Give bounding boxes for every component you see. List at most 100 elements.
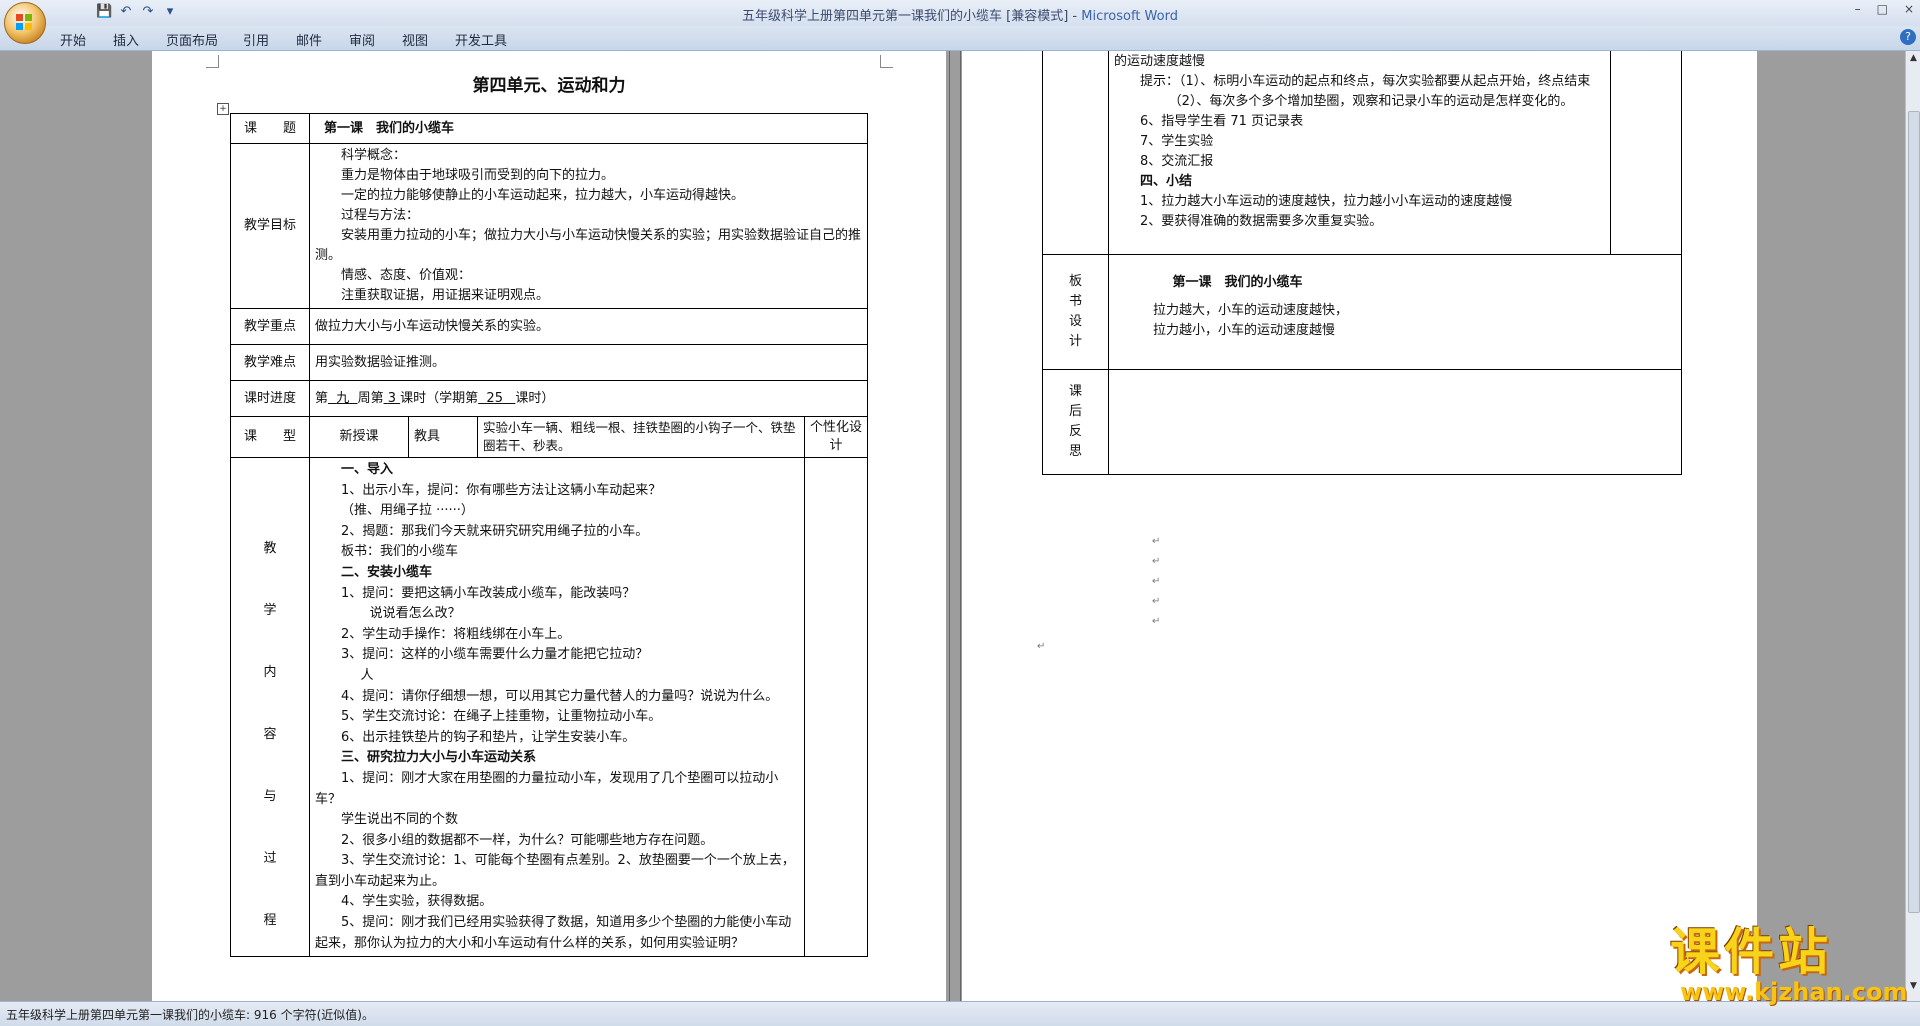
- progress-week: 九: [336, 390, 350, 406]
- content-line: 4、提问：请你仔细想一想，可以用其它力量代替人的力量吗？说说为什么。: [341, 688, 779, 704]
- personal-design-cell: [804, 456, 868, 958]
- page-heading: 第四单元、运动和力: [472, 76, 626, 96]
- board-label: 板 书 设 计: [1042, 254, 1109, 370]
- goal-line: 过程与方法：: [341, 208, 420, 223]
- reflection-label-char: 反: [1068, 424, 1082, 439]
- content-line: 学生说出不同的个数: [341, 812, 459, 828]
- goals-label: 教学目标: [230, 143, 310, 309]
- tab-view[interactable]: 视图: [402, 30, 428, 49]
- lesson-plan-table: 课 题 第一课 我们的小缆车 教学目标 科学概念： 重力是物体由于地球吸引而受到…: [230, 113, 868, 958]
- reflection-label-char: 后: [1068, 404, 1082, 419]
- content-label-char: 过: [263, 851, 277, 866]
- reflection-cell[interactable]: [1108, 369, 1682, 475]
- type-value: 新授课: [309, 416, 409, 458]
- board-line: 拉力越小，小车的运动速度越慢: [1153, 323, 1336, 338]
- page-gap: [949, 51, 961, 1001]
- content-label-char: 程: [263, 913, 277, 928]
- paragraph-mark: ↵: [1152, 536, 1161, 547]
- content-line: 2、很多小组的数据都不一样，为什么？可能哪些地方存在问题。: [341, 832, 714, 848]
- progress-text: 周第: [357, 390, 384, 406]
- goal-line: 一定的拉力能够使静止的小车运动起来，拉力越大，小车运动得越快。: [341, 188, 745, 203]
- topic-value: 第一课 我们的小缆车: [309, 113, 868, 144]
- close-button[interactable]: ×: [1904, 2, 1914, 16]
- board-label-char: 设: [1068, 314, 1082, 329]
- title-bar: 💾 ↶ ↷ ▾ 五年级科学上册第四单元第一课我们的小缆车 [兼容模式] - Mi…: [0, 0, 1920, 26]
- board-line: 拉力越大，小车的运动速度越快，: [1153, 303, 1349, 318]
- progress-text: 第: [315, 390, 329, 406]
- tab-home[interactable]: 开始: [60, 30, 86, 49]
- content-line: 4、学生实验，获得数据。: [341, 894, 493, 910]
- lesson-plan-table-continued: 的运动速度越慢 提示：（1）、标明小车运动的起点和终点，每次实验都要从起点开始，…: [1042, 51, 1682, 475]
- content-line: 6、出示挂铁垫片的钩子和垫片，让学生安装小车。: [341, 729, 636, 745]
- progress-value: 第 九 周第 3 课时（学期第 25 课时）: [309, 380, 868, 417]
- tab-page-layout[interactable]: 页面布局: [166, 30, 218, 49]
- content-line: 5、学生交流讨论：在绳子上挂重物，让重物拉动小车。: [341, 709, 662, 725]
- tab-review[interactable]: 审阅: [349, 30, 375, 49]
- content-line: 3、学生交流讨论：1、可能每个垫圈有点差别。2、放垫圈要一个一个放上去，直到小车…: [315, 853, 795, 889]
- content-label-char: 与: [263, 789, 277, 804]
- tab-references[interactable]: 引用: [243, 30, 269, 49]
- board-label-char: 书: [1068, 294, 1082, 309]
- content-line: 1、出示小车，提问：你有哪些方法让这辆小车动起来？: [341, 482, 662, 498]
- reflection-label: 课 后 反 思: [1042, 369, 1109, 475]
- office-button[interactable]: [4, 2, 46, 44]
- content-line: 说说看怎么改？: [369, 606, 461, 622]
- tab-mailings[interactable]: 邮件: [296, 30, 322, 49]
- content-line: 提示：（1）、标明小车运动的起点和终点，每次实验都要从起点开始，终点结束: [1140, 74, 1591, 89]
- content-line: 一、导入: [341, 462, 394, 477]
- content-line: 1、提问：要把这辆小车改装成小缆车，能改装吗？: [341, 585, 636, 601]
- board-label-char: 计: [1068, 334, 1082, 349]
- content-line: （2）、每次多个多个增加垫圈，观察和记录小车的运动是怎样变化的。: [1168, 94, 1574, 109]
- goal-line: 科学概念：: [341, 148, 407, 163]
- content-line: 板书：我们的小缆车: [341, 544, 459, 560]
- minimize-button[interactable]: –: [1855, 2, 1861, 16]
- focus-value: 做拉力大小与小车运动快慢关系的实验。: [309, 308, 868, 345]
- type-label: 课 型: [230, 416, 310, 458]
- content-label: 教 学 内 容 与 过 程: [230, 456, 310, 958]
- vertical-scrollbar[interactable]: ▲ ▼: [1905, 51, 1920, 1001]
- content-line: 2、要获得准确的数据需要多次重复实验。: [1140, 214, 1383, 229]
- content-line: 1、拉力越大小车运动的速度越快，拉力越小小车运动的速度越慢: [1140, 194, 1513, 209]
- status-bar: 五年级科学上册第四单元第一课我们的小缆车: 916 个字符(近似值)。: [0, 1001, 1920, 1026]
- goal-line: 重力是物体由于地球吸引而受到的向下的拉力。: [341, 168, 615, 183]
- page-2[interactable]: 的运动速度越慢 提示：（1）、标明小车运动的起点和终点，每次实验都要从起点开始，…: [962, 51, 1757, 1001]
- paragraph-mark: ↵: [1152, 616, 1161, 627]
- help-icon[interactable]: ?: [1900, 29, 1916, 45]
- board-label-char: 板: [1068, 274, 1082, 289]
- difficulty-label: 教学难点: [230, 344, 310, 381]
- ribbon-tabs: 开始 插入 页面布局 引用 邮件 审阅 视图 开发工具 ?: [0, 26, 1920, 51]
- content-cell: 一、导入 1、出示小车，提问：你有哪些方法让这辆小车动起来？ （推、用绳子拉 ·…: [309, 456, 805, 958]
- scrollbar-thumb[interactable]: [1908, 111, 1920, 913]
- progress-term: 25: [486, 390, 503, 406]
- reflection-label-char: 思: [1068, 444, 1082, 459]
- content-label-char: 学: [263, 603, 277, 618]
- content-line: 3、提问：这样的小缆车需要什么力量才能把它拉动？: [341, 647, 649, 663]
- office-logo-icon: [16, 14, 32, 30]
- maximize-button[interactable]: □: [1877, 2, 1888, 16]
- crop-mark: [206, 55, 219, 68]
- board-cell: 第一课 我们的小缆车 拉力越大，小车的运动速度越快， 拉力越小，小车的运动速度越…: [1108, 254, 1682, 370]
- page-1[interactable]: 第四单元、运动和力 + 课 题 第一课 我们的小缆车 教学目标 科学概念： 重力…: [152, 51, 946, 1001]
- progress-label: 课时进度: [230, 380, 310, 417]
- content-line: 四、小结: [1140, 174, 1193, 189]
- crop-mark: [880, 55, 893, 68]
- watermark-title: 课件站: [1670, 923, 1832, 981]
- content-line: 7、学生实验: [1140, 134, 1214, 149]
- tab-insert[interactable]: 插入: [113, 30, 139, 49]
- progress-hour: 3: [387, 390, 396, 406]
- tab-developer[interactable]: 开发工具: [455, 30, 507, 49]
- paragraph-mark: ↵: [1152, 596, 1161, 607]
- focus-label: 教学重点: [230, 308, 310, 345]
- content-line: 8、交流汇报: [1140, 154, 1214, 169]
- status-text: 五年级科学上册第四单元第一课我们的小缆车: 916 个字符(近似值)。: [6, 1008, 374, 1022]
- topic-label: 课 题: [230, 113, 310, 144]
- content-line: （推、用绳子拉 ······）: [341, 503, 474, 519]
- window-controls: – □ ×: [1855, 2, 1914, 16]
- content-line: 5、提问：刚才我们已经用实验获得了数据，知道用多少个垫圈的力能使小车动起来，那你…: [315, 915, 792, 951]
- table-move-handle-icon[interactable]: +: [217, 103, 229, 115]
- progress-text: 课时（学期第: [400, 390, 479, 406]
- progress-text: 课时）: [515, 390, 555, 406]
- content-line: 三、研究拉力大小与小车运动关系: [341, 750, 537, 766]
- watermark-url: www.kjzhan.com: [1680, 978, 1908, 1006]
- scroll-up-icon[interactable]: ▲: [1908, 53, 1919, 64]
